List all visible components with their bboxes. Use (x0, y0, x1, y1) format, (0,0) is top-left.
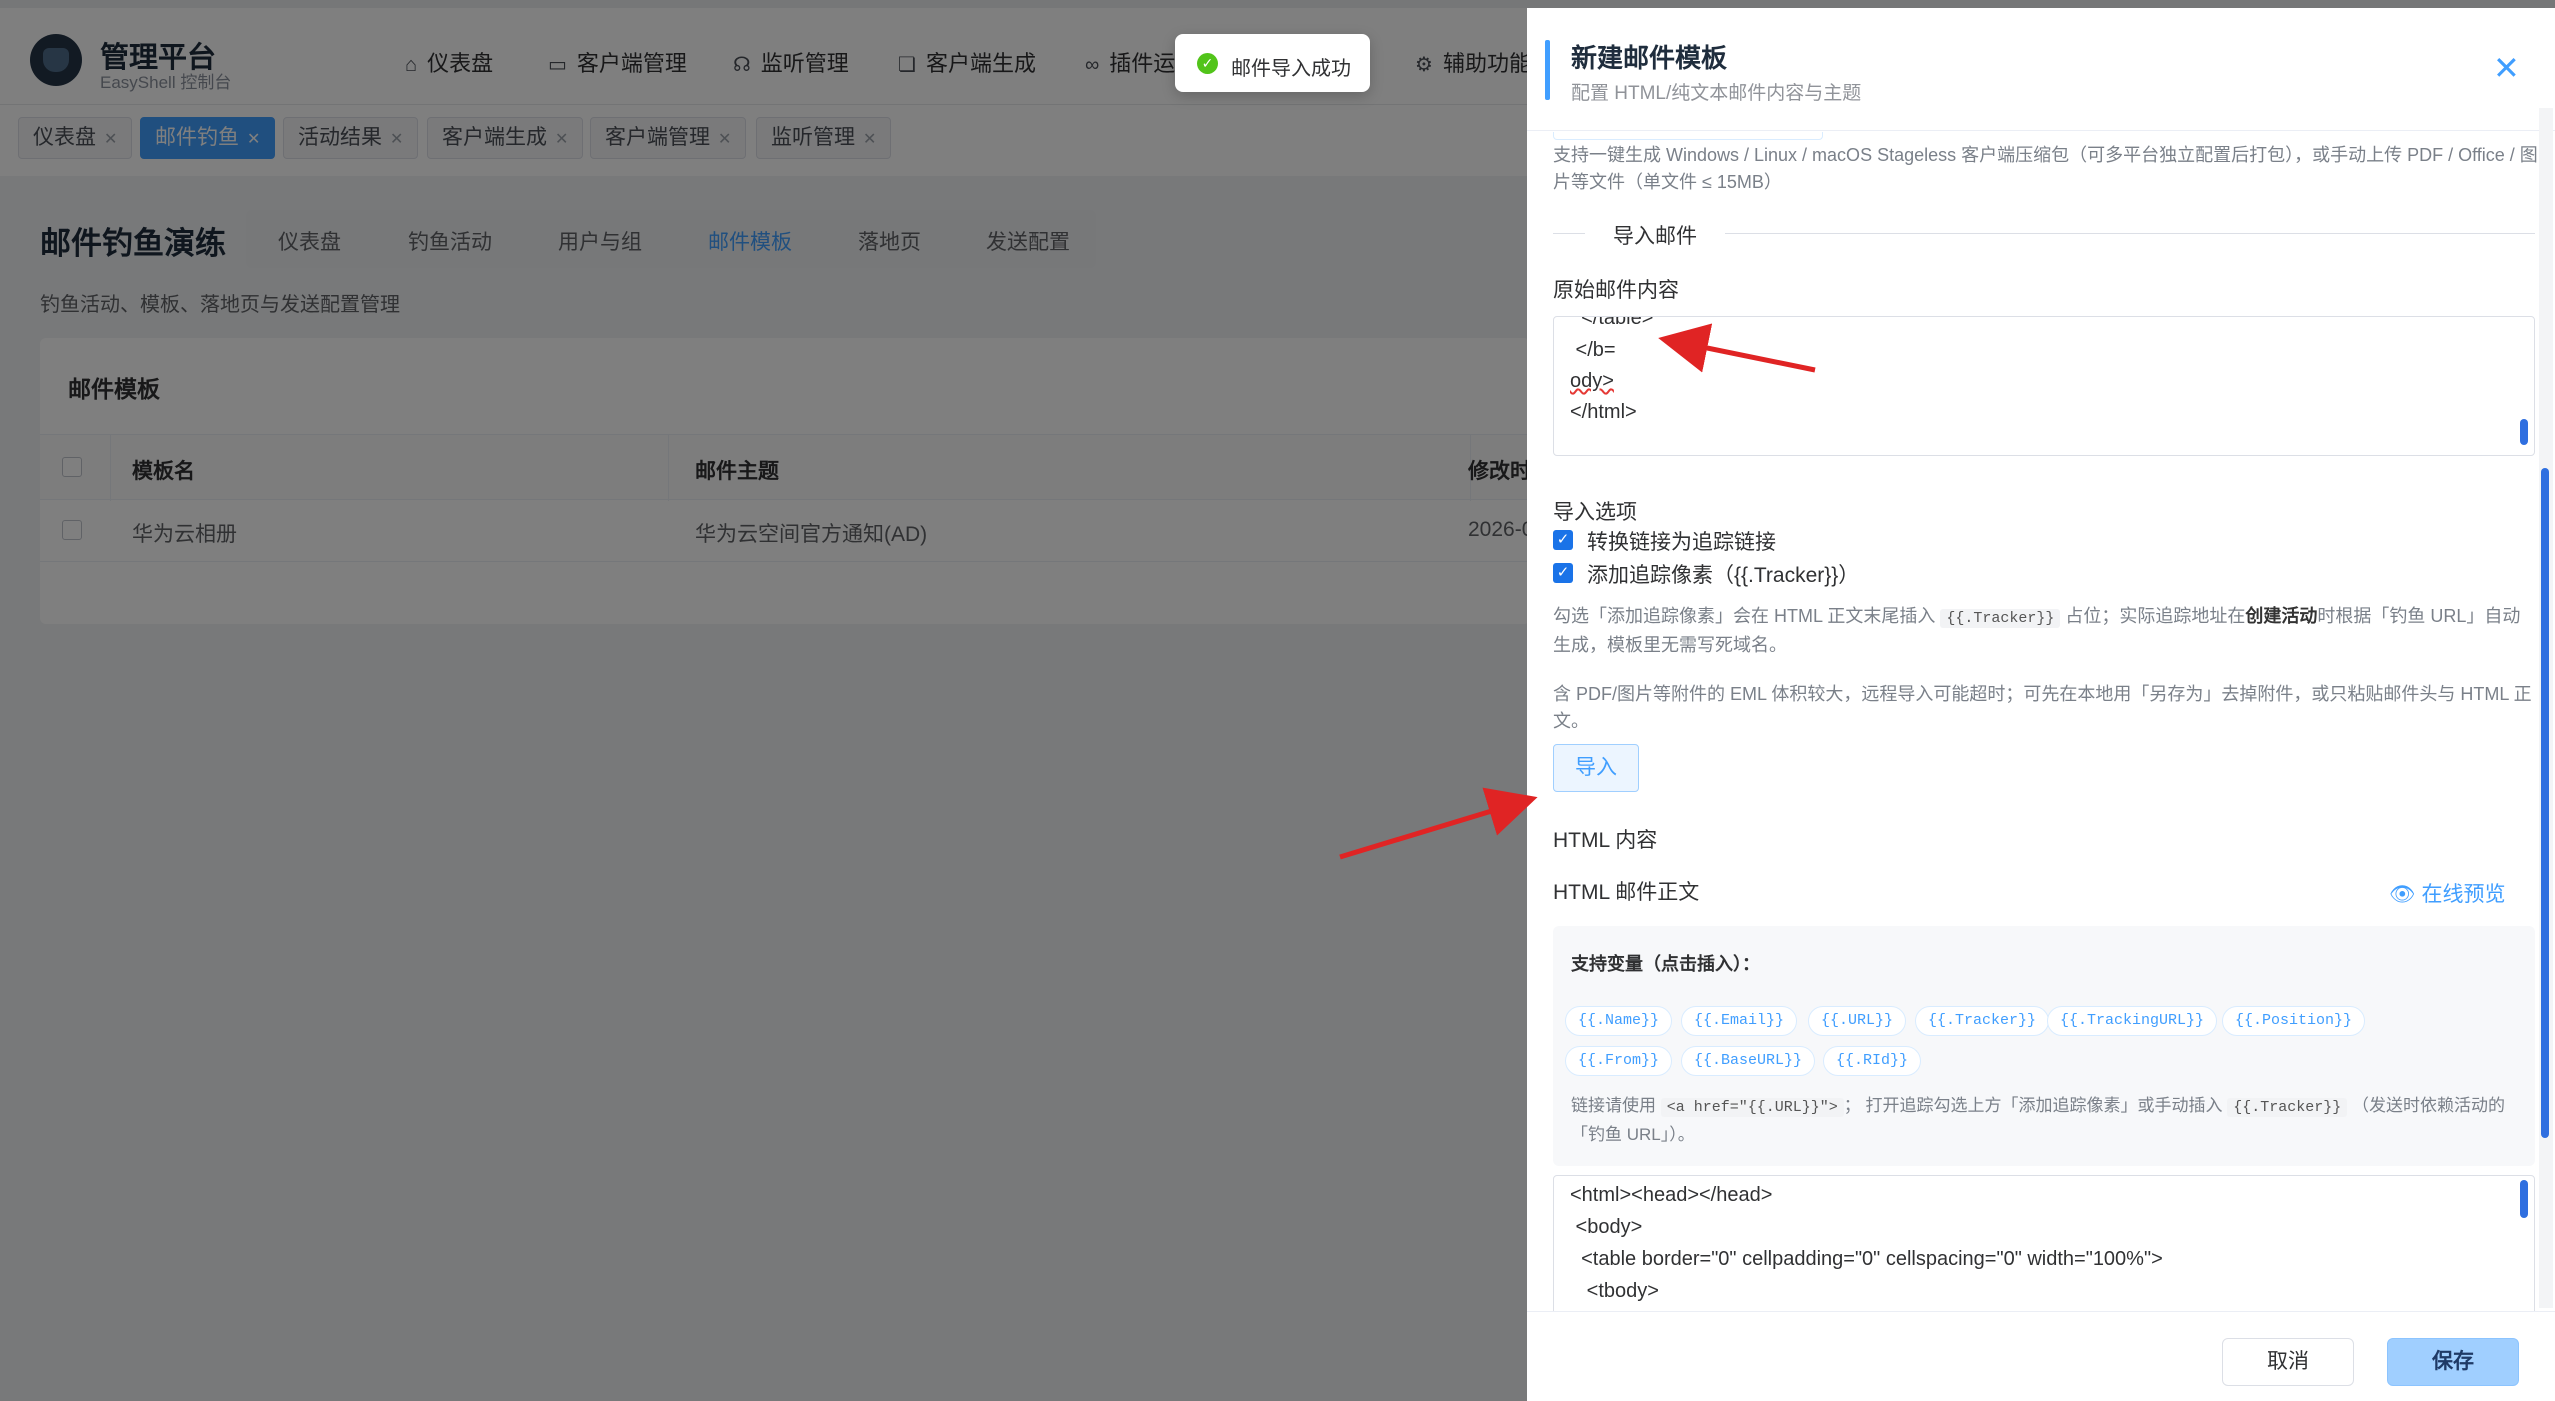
code-line: </html> (1570, 401, 1637, 423)
eml-size-note: 含 PDF/图片等附件的 EML 体积较大，远程导入可能超时；可先在本地用「另存… (1553, 684, 2532, 731)
variable-chip-tracker[interactable]: {{.Tracker}} (1915, 1006, 2050, 1036)
variable-chip-from[interactable]: {{.From}} (1565, 1046, 1673, 1076)
variables-usage-note: 链接请使用 <a href="{{.URL}}">； 打开追踪勾选上方「添加追踪… (1571, 1096, 2505, 1144)
variable-chip-url[interactable]: {{.URL}} (1808, 1006, 1907, 1036)
drawer-header-divider (1527, 130, 2555, 131)
section-divider (1553, 233, 1585, 234)
code-line: </b= (1570, 339, 1616, 361)
new-template-drawer: 新建邮件模板 配置 HTML/纯文本邮件内容与主题 ✕ 支持一键生成 Windo… (1527, 8, 2555, 1401)
drawer-title: 新建邮件模板 (1571, 43, 1728, 73)
code-line: </table> (1570, 316, 1654, 329)
variable-chip-email[interactable]: {{.Email}} (1681, 1006, 1798, 1036)
tracking-pixel-checkbox[interactable]: ✓ (1553, 563, 1573, 583)
variable-chip-rid[interactable]: {{.RId}} (1823, 1046, 1922, 1076)
variable-chip-name[interactable]: {{.Name}} (1565, 1006, 1673, 1036)
textarea-scroll-thumb[interactable] (2520, 419, 2528, 445)
attachment-button-partial[interactable] (1553, 132, 1823, 140)
cancel-button[interactable]: 取消 (2222, 1338, 2354, 1386)
code-line: <body> (1570, 1216, 1643, 1238)
close-icon[interactable]: ✕ (2493, 52, 2520, 84)
toast-message: 邮件导入成功 (1231, 58, 1351, 80)
drawer-footer: 取消 保存 (1527, 1311, 2555, 1401)
editor-scroll-thumb[interactable] (2520, 1180, 2528, 1218)
html-body-label: HTML 邮件正文 (1553, 881, 1700, 904)
code-line: <html><head></head> (1570, 1184, 1773, 1206)
raw-email-label: 原始邮件内容 (1553, 279, 1679, 302)
html-editor[interactable]: <html><head></head> <body> <table border… (1553, 1175, 2535, 1325)
variable-chip-tracking-url[interactable]: {{.TrackingURL}} (2047, 1006, 2218, 1036)
tracking-pixel-label[interactable]: 添加追踪像素（{{.Tracker}}） (1587, 559, 1859, 589)
code-line: <table border="0" cellpadding="0" cellsp… (1570, 1248, 2163, 1270)
variables-panel: 支持变量（点击插入）： {{.Name}} {{.Email}} {{.URL}… (1553, 926, 2535, 1166)
import-button[interactable]: 导入 (1553, 744, 1639, 792)
variable-chip-position[interactable]: {{.Position}} (2222, 1006, 2366, 1036)
drawer-scrollbar-thumb[interactable] (2541, 468, 2549, 1138)
variables-title: 支持变量（点击插入）： (1571, 954, 1760, 974)
eye-icon: 👁 (2389, 883, 2416, 906)
variable-chip-base-url[interactable]: {{.BaseURL}} (1681, 1046, 1816, 1076)
section-import-email: 导入邮件 (1585, 220, 1725, 248)
html-section-title: HTML 内容 (1553, 829, 1658, 852)
attachment-help-text: 支持一键生成 Windows / Linux / macOS Stageless… (1553, 145, 2538, 192)
code-line: <tbody> (1570, 1280, 1659, 1302)
code-line: ody> (1570, 370, 1614, 392)
check-circle-icon: ✓ (1197, 53, 1218, 74)
tracking-pixel-note: 勾选「添加追踪像素」会在 HTML 正文末尾插入 {{.Tracker}} 占位… (1553, 606, 2521, 655)
convert-links-checkbox[interactable]: ✓ (1553, 530, 1573, 550)
import-options-label: 导入选项 (1553, 501, 1637, 524)
title-accent-bar (1545, 40, 1550, 100)
raw-email-textarea[interactable]: </table> </b= ody> </html> (1553, 316, 2535, 456)
save-button[interactable]: 保存 (2387, 1338, 2519, 1386)
online-preview-link[interactable]: 👁 在线预览 (2389, 878, 2506, 908)
success-toast: ✓ 邮件导入成功 (1175, 34, 1370, 92)
drawer-subtitle: 配置 HTML/纯文本邮件内容与主题 (1571, 83, 1862, 104)
convert-links-label[interactable]: 转换链接为追踪链接 (1587, 526, 1776, 556)
section-divider (1725, 233, 2535, 234)
